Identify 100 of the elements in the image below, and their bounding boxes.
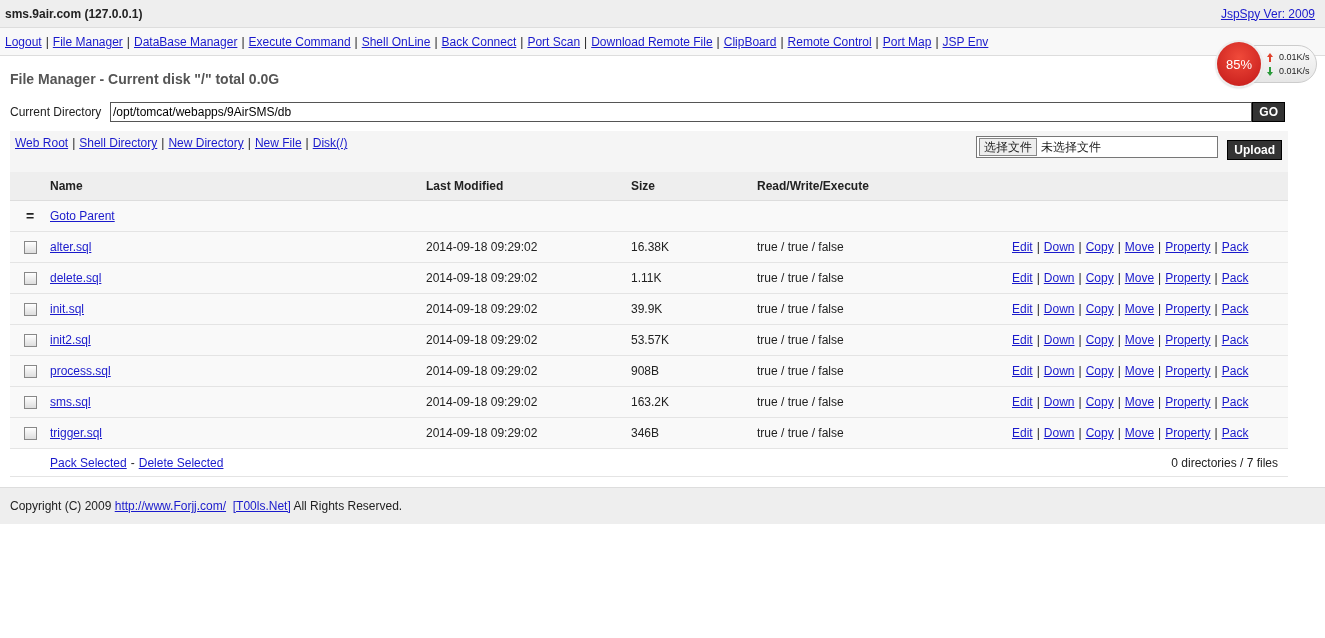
tool-link[interactable]: Shell Directory — [79, 136, 158, 150]
separator: | — [1036, 271, 1040, 285]
tool-link[interactable]: Web Root — [15, 136, 69, 150]
file-action-link[interactable]: Down — [1043, 302, 1075, 316]
separator: | — [1036, 333, 1040, 347]
row-checkbox[interactable] — [23, 334, 37, 348]
separator: | — [1214, 302, 1218, 316]
nav-link[interactable]: File Manager — [52, 34, 123, 49]
file-action-link[interactable]: Pack — [1221, 426, 1249, 440]
file-action-link[interactable]: Property — [1165, 426, 1211, 440]
file-action-link[interactable]: Down — [1043, 395, 1075, 409]
file-link[interactable]: init2.sql — [50, 333, 91, 347]
file-action-link[interactable]: Down — [1043, 333, 1075, 347]
file-action-link[interactable]: Move — [1124, 426, 1155, 440]
file-action-link[interactable]: Pack — [1221, 364, 1249, 378]
file-action-link[interactable]: Edit — [1012, 364, 1033, 378]
delete-selected-link[interactable]: Delete Selected — [138, 455, 224, 470]
nav-link[interactable]: JSP Env — [942, 34, 989, 49]
row-checkbox[interactable] — [23, 365, 37, 379]
permissions-cell: true / true / false — [757, 395, 844, 409]
row-checkbox[interactable] — [23, 303, 37, 317]
row-checkbox[interactable] — [23, 427, 37, 441]
upload-rate: 0.01K/s — [1279, 52, 1310, 62]
file-action-link[interactable]: Pack — [1221, 240, 1249, 254]
file-link[interactable]: delete.sql — [50, 271, 102, 285]
website-link[interactable]: http://www.Forjj.com/ — [114, 499, 227, 513]
tool-link[interactable]: New Directory — [168, 136, 244, 150]
file-link[interactable]: init.sql — [50, 302, 84, 316]
file-action-link[interactable]: Copy — [1085, 333, 1114, 347]
file-action-link[interactable]: Down — [1043, 426, 1075, 440]
file-action-link[interactable]: Pack — [1221, 302, 1249, 316]
file-input[interactable]: 选择文件 未选择文件 — [976, 136, 1219, 158]
file-action-link[interactable]: Copy — [1085, 302, 1114, 316]
file-action-link[interactable]: Property — [1165, 333, 1211, 347]
separator: | — [1214, 271, 1218, 285]
site-link[interactable]: [T00ls.Net] — [232, 499, 291, 513]
file-link[interactable]: process.sql — [50, 364, 111, 378]
file-link[interactable]: trigger.sql — [50, 426, 103, 440]
nav-link[interactable]: Execute Command — [248, 34, 351, 49]
row-checkbox[interactable] — [23, 396, 37, 410]
modified-cell: 2014-09-18 09:29:02 — [426, 426, 538, 440]
file-action-link[interactable]: Property — [1165, 240, 1211, 254]
file-action-link[interactable]: Move — [1124, 333, 1155, 347]
file-action-link[interactable]: Pack — [1221, 395, 1249, 409]
nav-link[interactable]: Port Map — [882, 34, 932, 49]
file-action-link[interactable]: Down — [1043, 240, 1075, 254]
file-action-link[interactable]: Copy — [1085, 271, 1114, 285]
file-action-link[interactable]: Down — [1043, 271, 1075, 285]
nav-link[interactable]: ClipBoard — [723, 34, 777, 49]
tool-link[interactable]: Disk(/) — [312, 136, 348, 150]
file-action-link[interactable]: Move — [1124, 240, 1155, 254]
file-action-link[interactable]: Property — [1165, 364, 1211, 378]
go-button[interactable]: GO — [1252, 102, 1285, 122]
file-action-link[interactable]: Copy — [1085, 240, 1114, 254]
file-action-link[interactable]: Move — [1124, 271, 1155, 285]
file-action-link[interactable]: Copy — [1085, 364, 1114, 378]
separator: | — [1214, 426, 1218, 440]
file-action-link[interactable]: Move — [1124, 364, 1155, 378]
row-checkbox[interactable] — [23, 272, 37, 286]
goto-parent-link[interactable]: Goto Parent — [50, 209, 115, 223]
file-action-link[interactable]: Down — [1043, 364, 1075, 378]
nav-link[interactable]: Download Remote File — [591, 34, 713, 49]
file-action-link[interactable]: Move — [1124, 302, 1155, 316]
file-action-link[interactable]: Move — [1124, 395, 1155, 409]
pack-selected-link[interactable]: Pack Selected — [50, 455, 127, 470]
file-action-link[interactable]: Property — [1165, 302, 1211, 316]
file-action-link[interactable]: Edit — [1012, 395, 1033, 409]
file-action-link[interactable]: Edit — [1012, 240, 1033, 254]
file-action-link[interactable]: Copy — [1085, 395, 1114, 409]
separator: - — [130, 455, 135, 470]
nav-link[interactable]: Logout — [5, 34, 42, 49]
nav-link[interactable]: Back Connect — [441, 34, 517, 49]
size-cell: 53.57K — [631, 333, 670, 347]
row-checkbox[interactable] — [23, 241, 37, 255]
size-cell: 346B — [631, 426, 660, 440]
file-action-link[interactable]: Property — [1165, 395, 1211, 409]
nav-link[interactable]: Remote Control — [787, 34, 872, 49]
separator: | — [1078, 302, 1082, 316]
permissions-cell: true / true / false — [757, 240, 844, 254]
file-link[interactable]: sms.sql — [50, 395, 91, 409]
nav-link[interactable]: Shell OnLine — [361, 34, 431, 49]
file-action-link[interactable]: Edit — [1012, 333, 1033, 347]
separator: | — [45, 34, 49, 49]
file-link[interactable]: alter.sql — [50, 240, 92, 254]
choose-file-button[interactable]: 选择文件 — [979, 138, 1038, 156]
version-link[interactable]: JspSpy Ver: 2009 — [1220, 6, 1315, 21]
file-action-link[interactable]: Edit — [1012, 271, 1033, 285]
file-action-link[interactable]: Edit — [1012, 302, 1033, 316]
separator: | — [1158, 271, 1162, 285]
file-action-link[interactable]: Property — [1165, 271, 1211, 285]
tool-link[interactable]: New File — [254, 136, 302, 150]
nav-link[interactable]: Port Scan — [527, 34, 581, 49]
arrow-down-icon — [1267, 66, 1273, 76]
upload-button[interactable]: Upload — [1227, 140, 1282, 160]
file-action-link[interactable]: Pack — [1221, 333, 1249, 347]
file-action-link[interactable]: Copy — [1085, 426, 1114, 440]
nav-link[interactable]: DataBase Manager — [134, 34, 238, 49]
directory-field[interactable]: /opt/tomcat/webapps/9AirSMS/db — [110, 102, 1253, 122]
file-action-link[interactable]: Pack — [1221, 271, 1249, 285]
file-action-link[interactable]: Edit — [1012, 426, 1033, 440]
